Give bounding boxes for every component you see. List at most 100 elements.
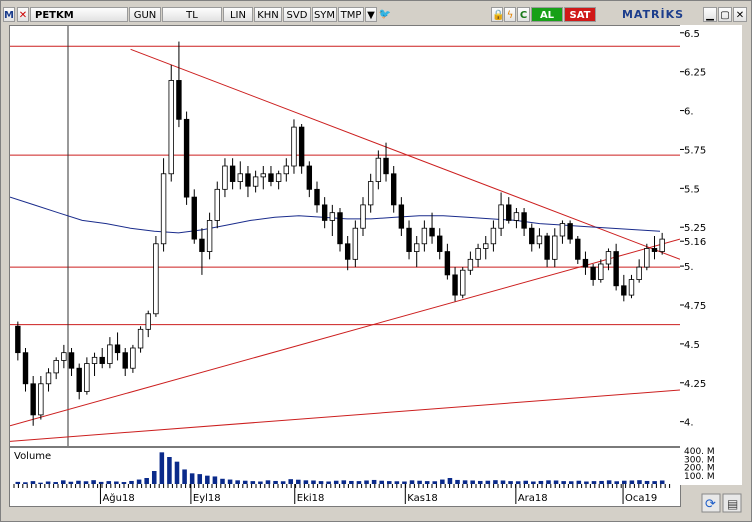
y-tick-label: 4. [684, 418, 694, 429]
y-tick-label: 6.25 [684, 68, 706, 79]
y-tick-label: 4.5 [684, 340, 700, 351]
candle-body [114, 344, 121, 354]
candle-body [360, 204, 366, 229]
symbol-field[interactable]: PETKM [30, 7, 128, 22]
price-chart-area[interactable] [9, 25, 681, 447]
volume-bar [182, 469, 187, 485]
candle-body [76, 367, 82, 392]
candle-body [352, 227, 359, 260]
candle-body [275, 173, 282, 182]
buy-button[interactable]: AL [531, 7, 563, 22]
candle-body [452, 274, 458, 296]
currency-button[interactable]: TL [162, 7, 222, 22]
candle-body [513, 212, 520, 221]
candle-body [582, 258, 589, 268]
app-logo-icon[interactable]: M [3, 7, 15, 22]
candle-body [252, 176, 259, 187]
candle-body [268, 173, 274, 182]
svg-text:⟳: ⟳ [705, 497, 716, 512]
sym-button[interactable]: SYM [312, 7, 337, 22]
x-tick-label: Kas18 [407, 493, 437, 504]
lock-icon[interactable]: 🔒 [491, 7, 504, 22]
candle-body [329, 212, 336, 221]
x-tick-label: Eyl18 [193, 493, 221, 504]
candle-body [160, 173, 167, 245]
candle-body [283, 165, 290, 175]
candle-body [237, 173, 243, 182]
candle-body [444, 251, 451, 276]
candle-body [122, 352, 128, 369]
candle-body [651, 248, 658, 252]
candle-body [107, 344, 113, 364]
y-tick-label: 4.25 [684, 379, 706, 390]
close-icon[interactable]: ✕ [17, 7, 29, 22]
candle-body [605, 251, 612, 265]
candle-body [613, 251, 619, 287]
candle-body [636, 266, 642, 280]
svd-button[interactable]: SVD [283, 7, 311, 22]
candle-body [183, 118, 190, 198]
refresh-button[interactable]: C [517, 7, 530, 22]
chevron-down-icon[interactable]: ▼ [365, 7, 377, 22]
candle-body [145, 313, 151, 330]
price-chart [9, 26, 681, 446]
y-tick-label: 5.25 [684, 223, 706, 234]
candle-body [429, 227, 435, 237]
candle-body [68, 352, 75, 369]
y-axis-svg: 6.56.256.5.755.55.255.165.4.754.54.254.4… [680, 29, 715, 482]
candle-body [130, 347, 136, 369]
candle-body [30, 383, 36, 416]
candle-body [559, 223, 566, 237]
y-tick-label: 4.75 [684, 301, 706, 312]
khn-button[interactable]: KHN [254, 7, 282, 22]
candle-body [45, 372, 52, 385]
candle-body [298, 126, 305, 167]
x-tick-label: Ağu18 [102, 492, 134, 504]
candle-body [84, 363, 90, 392]
candle-body [199, 238, 205, 252]
candle-body [306, 165, 313, 190]
candle-body [575, 238, 581, 260]
volume-panel[interactable]: Volume [9, 447, 681, 486]
chart-window: M ✕ PETKM GUN TL LIN KHN SVD SYM TMP ▼ 🐦… [0, 0, 752, 522]
candle-body [168, 80, 174, 175]
window-close-icon[interactable]: ✕ [733, 7, 747, 22]
y-tick-label: 5.16 [684, 237, 706, 248]
candle-body [337, 212, 343, 245]
candle-body [191, 196, 197, 240]
candle-body [229, 165, 236, 182]
maximize-icon[interactable]: ▢ [718, 7, 732, 22]
minimize-icon[interactable]: ▁ [703, 7, 717, 22]
candle-body [483, 243, 489, 249]
candle-body [521, 212, 527, 229]
x-tick-label: Oca19 [625, 493, 657, 504]
candle-body [245, 173, 251, 187]
x-axis: Ağu18 Eyl18 Eki18 Kas18 Ara18 Oca19 [9, 484, 681, 507]
period-button[interactable]: GUN [129, 7, 161, 22]
candle-body [91, 356, 98, 364]
sell-button[interactable]: SAT [564, 7, 596, 22]
candle-body [22, 352, 29, 385]
candle-body [421, 227, 428, 245]
candle-body [536, 235, 543, 245]
candle-body [383, 157, 389, 175]
volume-chart: Volume [14, 451, 665, 485]
candle-body [544, 235, 550, 260]
scale-lin-button[interactable]: LIN [223, 7, 253, 22]
candle-body [567, 223, 573, 240]
candle-body [529, 227, 535, 245]
y-axis: 6.5 6.25 6. 5.75 5.5 5.25 5.16 5. 4.75 4.5 4.25 4. 4… [680, 25, 742, 485]
candle-body [644, 248, 650, 268]
candle-body [137, 328, 144, 349]
y-tick-label: 6.5 [684, 29, 700, 40]
candle-body [53, 360, 59, 374]
twitter-icon[interactable]: 🐦 [378, 7, 392, 22]
chart-settings-icon[interactable]: ⟳ ▤ [701, 493, 743, 515]
candle-body [61, 352, 67, 361]
candle-body [498, 204, 504, 229]
x-tick-label: Ara18 [518, 493, 548, 504]
volume-tick-label: 100. M [684, 472, 715, 482]
candle-body [590, 266, 596, 280]
lightning-icon[interactable]: ϟ [504, 7, 516, 22]
tmp-button[interactable]: TMP [338, 7, 364, 22]
